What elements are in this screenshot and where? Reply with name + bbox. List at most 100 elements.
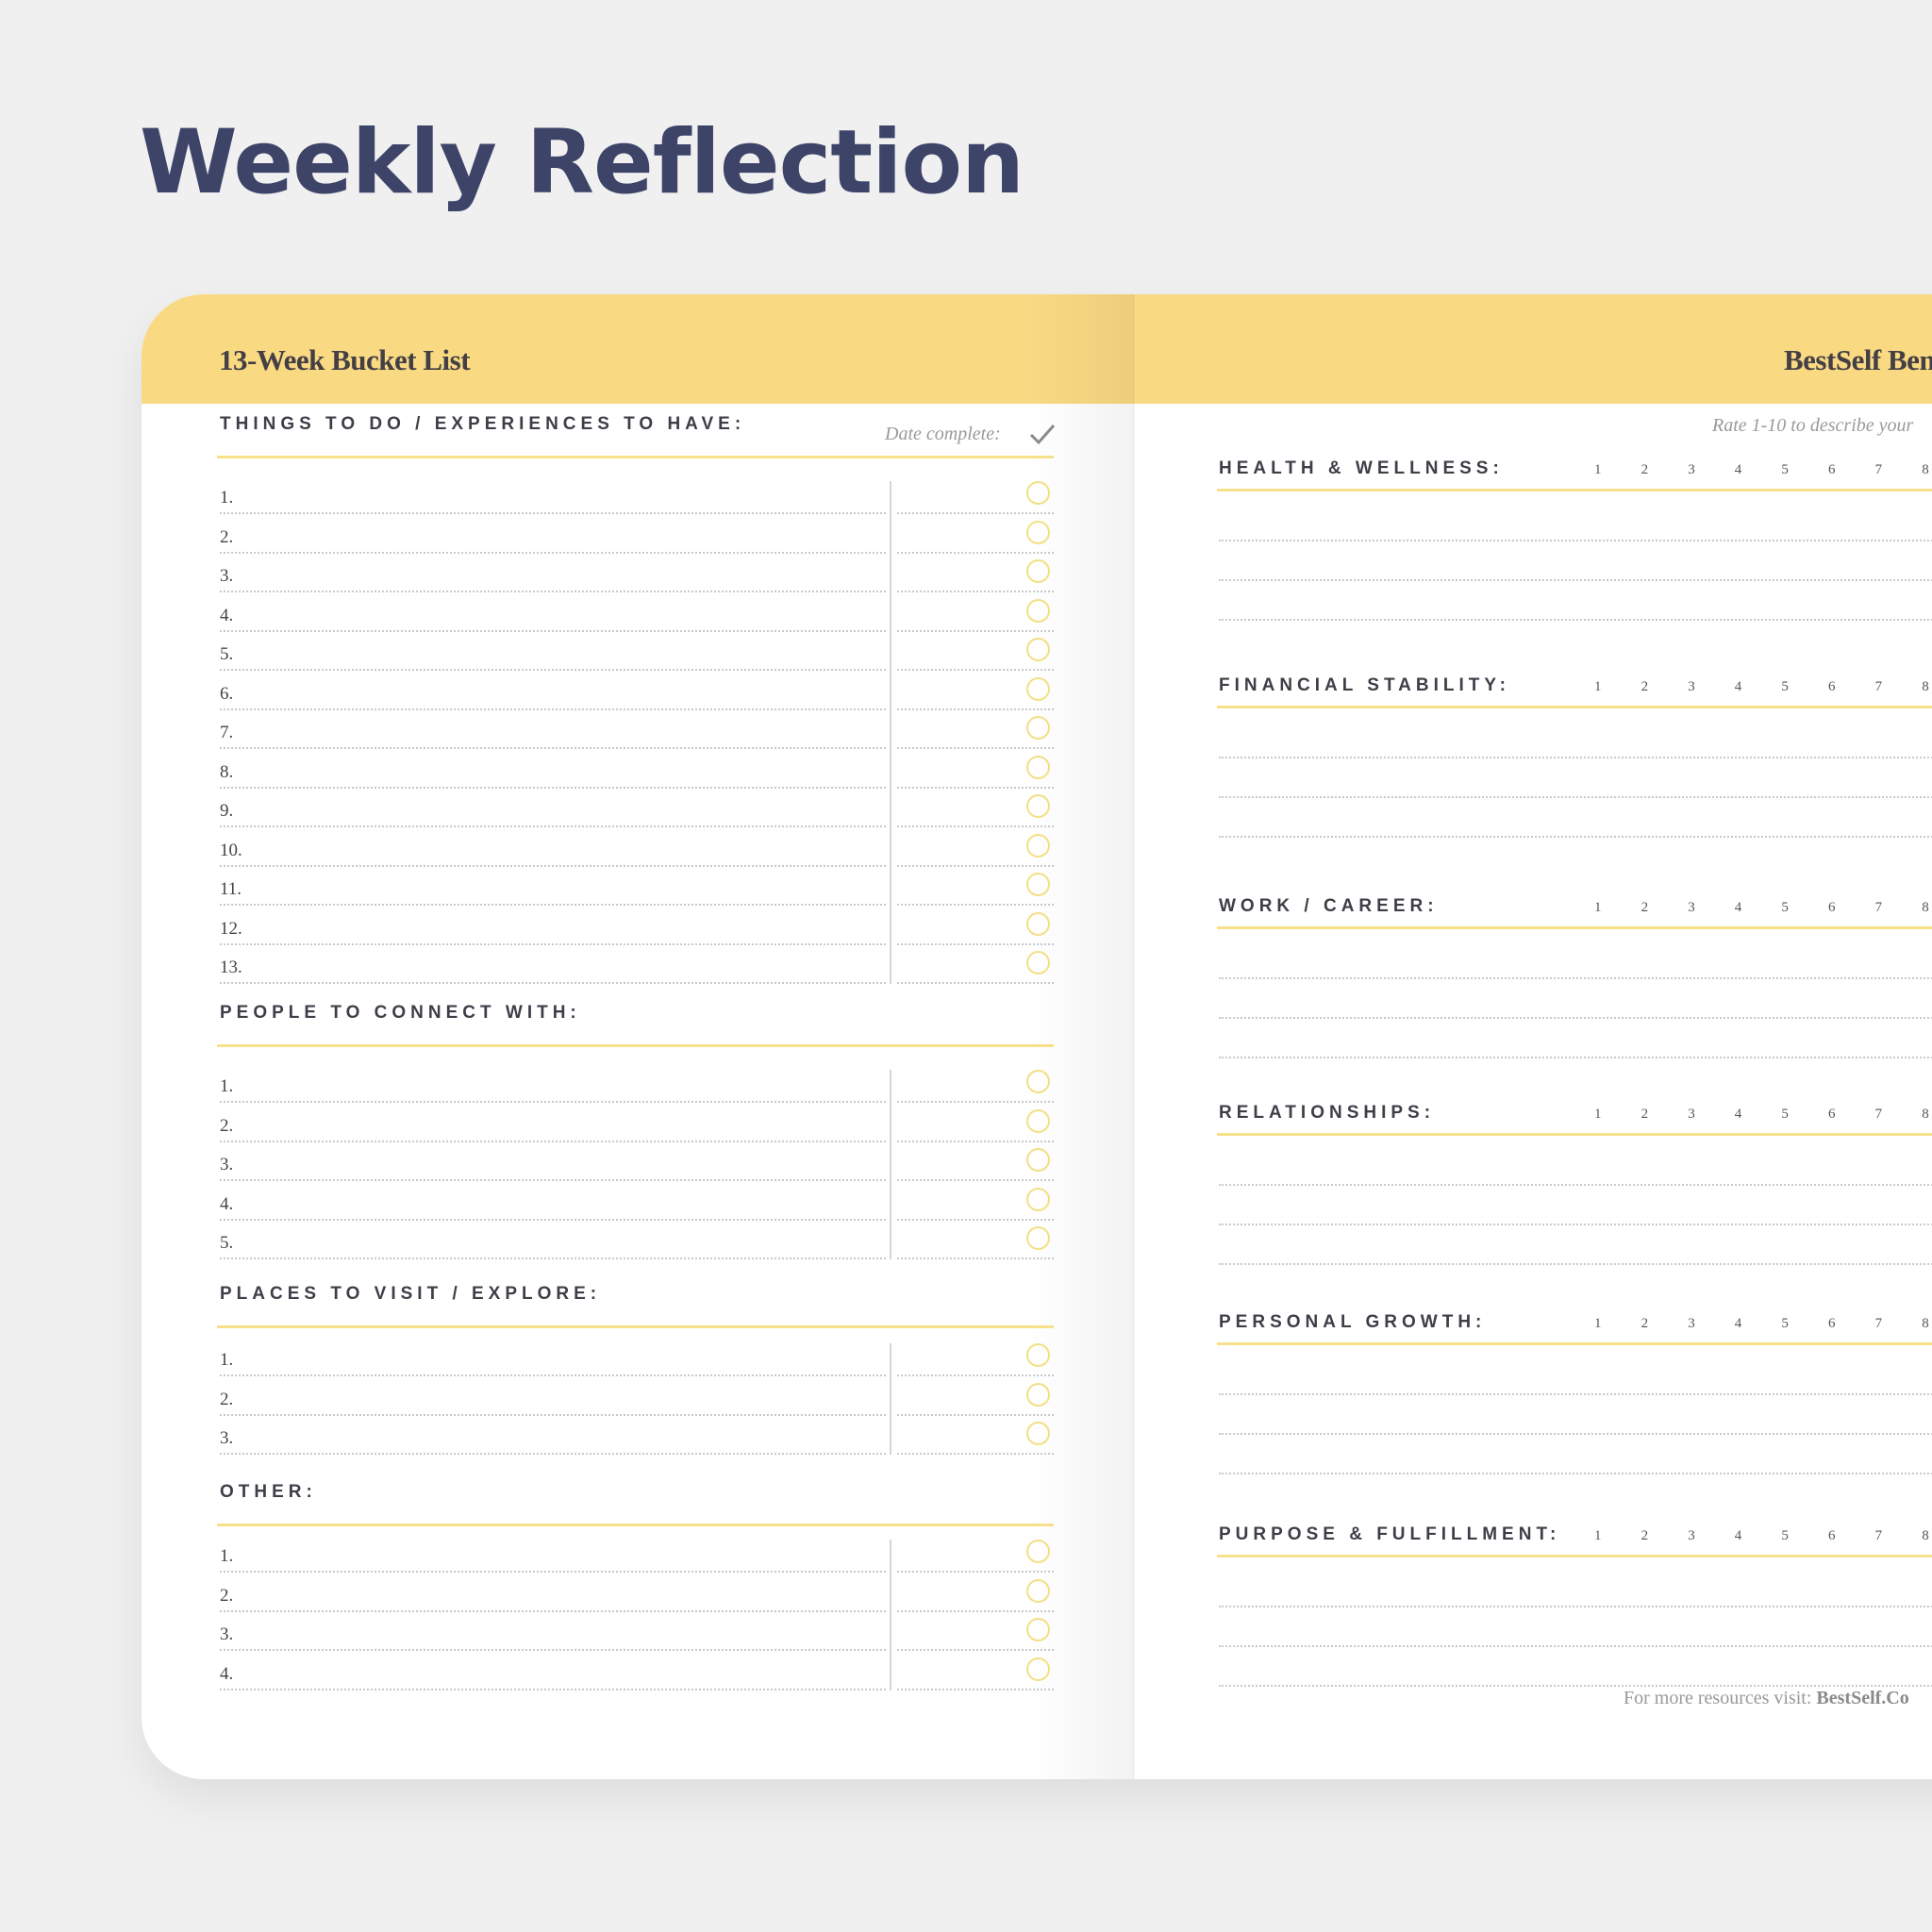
date-line[interactable] bbox=[897, 904, 1054, 906]
date-line[interactable] bbox=[897, 1571, 1054, 1573]
rating-option[interactable]: 4 bbox=[1735, 679, 1742, 695]
date-line[interactable] bbox=[897, 1179, 1054, 1181]
reflection-line[interactable] bbox=[1219, 579, 1932, 581]
completion-checkbox[interactable] bbox=[1026, 1108, 1050, 1133]
rating-option[interactable]: 1 bbox=[1594, 1528, 1602, 1544]
rating-option[interactable]: 6 bbox=[1828, 679, 1836, 695]
completion-checkbox[interactable] bbox=[1026, 1618, 1050, 1641]
rating-option[interactable]: 6 bbox=[1828, 1528, 1836, 1544]
date-line[interactable] bbox=[897, 1374, 1054, 1376]
rating-option[interactable]: 7 bbox=[1875, 900, 1883, 916]
rating-option[interactable]: 4 bbox=[1735, 1316, 1742, 1332]
rating-option[interactable]: 4 bbox=[1735, 900, 1742, 916]
completion-checkbox[interactable] bbox=[1026, 638, 1050, 661]
reflection-line[interactable] bbox=[1219, 977, 1932, 979]
reflection-line[interactable] bbox=[1219, 1473, 1932, 1474]
completion-checkbox[interactable] bbox=[1026, 1578, 1050, 1603]
item-line[interactable] bbox=[220, 1413, 886, 1416]
completion-checkbox[interactable] bbox=[1026, 911, 1050, 936]
reflection-line[interactable] bbox=[1219, 1057, 1932, 1058]
reflection-line[interactable] bbox=[1219, 1393, 1932, 1395]
completion-checkbox[interactable] bbox=[1026, 1422, 1050, 1445]
date-line[interactable] bbox=[897, 825, 1054, 827]
reflection-line[interactable] bbox=[1219, 1433, 1932, 1435]
item-line[interactable] bbox=[220, 786, 886, 789]
date-line[interactable] bbox=[897, 1649, 1054, 1651]
rating-option[interactable]: 6 bbox=[1828, 1107, 1836, 1123]
rating-option[interactable]: 3 bbox=[1688, 1316, 1695, 1332]
rating-option[interactable]: 7 bbox=[1875, 1107, 1883, 1123]
item-line[interactable] bbox=[220, 747, 886, 749]
completion-checkbox[interactable] bbox=[1026, 1070, 1050, 1093]
rating-option[interactable]: 3 bbox=[1688, 679, 1695, 695]
reflection-line[interactable] bbox=[1219, 1263, 1932, 1265]
rating-option[interactable]: 6 bbox=[1828, 1316, 1836, 1332]
rating-option[interactable]: 8 bbox=[1922, 1316, 1929, 1332]
completion-checkbox[interactable] bbox=[1026, 598, 1050, 623]
date-line[interactable] bbox=[897, 591, 1054, 592]
rating-option[interactable]: 7 bbox=[1875, 462, 1883, 478]
rating-option[interactable]: 8 bbox=[1922, 679, 1929, 695]
reflection-line[interactable] bbox=[1219, 1685, 1932, 1687]
date-line[interactable] bbox=[897, 551, 1054, 554]
item-line[interactable] bbox=[220, 1609, 886, 1612]
rating-option[interactable]: 2 bbox=[1641, 1528, 1649, 1544]
rating-option[interactable]: 8 bbox=[1922, 462, 1929, 478]
item-line[interactable] bbox=[220, 1688, 886, 1690]
rating-option[interactable]: 5 bbox=[1781, 462, 1789, 478]
date-line[interactable] bbox=[897, 708, 1054, 710]
rating-option[interactable]: 1 bbox=[1594, 462, 1602, 478]
rating-option[interactable]: 8 bbox=[1922, 1107, 1929, 1123]
completion-checkbox[interactable] bbox=[1026, 1343, 1050, 1367]
date-line[interactable] bbox=[897, 864, 1054, 867]
item-line[interactable] bbox=[220, 1374, 886, 1376]
date-line[interactable] bbox=[897, 1688, 1054, 1690]
completion-checkbox[interactable] bbox=[1026, 481, 1050, 505]
completion-checkbox[interactable] bbox=[1026, 873, 1050, 896]
rating-option[interactable]: 2 bbox=[1641, 1316, 1649, 1332]
reflection-line[interactable] bbox=[1219, 836, 1932, 838]
date-line[interactable] bbox=[897, 747, 1054, 749]
date-line[interactable] bbox=[897, 1218, 1054, 1221]
item-line[interactable] bbox=[220, 591, 886, 592]
date-line[interactable] bbox=[897, 629, 1054, 632]
item-line[interactable] bbox=[220, 1649, 886, 1651]
item-line[interactable] bbox=[220, 864, 886, 867]
rating-option[interactable]: 3 bbox=[1688, 900, 1695, 916]
completion-checkbox[interactable] bbox=[1026, 716, 1050, 740]
rating-option[interactable]: 6 bbox=[1828, 900, 1836, 916]
rating-option[interactable]: 5 bbox=[1781, 1107, 1789, 1123]
completion-checkbox[interactable] bbox=[1026, 1540, 1050, 1563]
rating-option[interactable]: 7 bbox=[1875, 679, 1883, 695]
item-line[interactable] bbox=[220, 942, 886, 945]
rating-option[interactable]: 7 bbox=[1875, 1528, 1883, 1544]
reflection-line[interactable] bbox=[1219, 619, 1932, 621]
date-line[interactable] bbox=[897, 1140, 1054, 1142]
reflection-line[interactable] bbox=[1219, 1224, 1932, 1225]
reflection-line[interactable] bbox=[1219, 1606, 1932, 1607]
rating-option[interactable]: 8 bbox=[1922, 1528, 1929, 1544]
date-line[interactable] bbox=[897, 786, 1054, 789]
reflection-line[interactable] bbox=[1219, 540, 1932, 541]
rating-option[interactable]: 3 bbox=[1688, 462, 1695, 478]
item-line[interactable] bbox=[220, 982, 886, 984]
completion-checkbox[interactable] bbox=[1026, 676, 1050, 701]
item-line[interactable] bbox=[220, 708, 886, 710]
completion-checkbox[interactable] bbox=[1026, 1187, 1050, 1211]
item-line[interactable] bbox=[220, 1179, 886, 1181]
reflection-line[interactable] bbox=[1219, 1184, 1932, 1186]
date-line[interactable] bbox=[897, 1453, 1054, 1455]
reflection-line[interactable] bbox=[1219, 796, 1932, 798]
completion-checkbox[interactable] bbox=[1026, 833, 1050, 858]
rating-option[interactable]: 2 bbox=[1641, 679, 1649, 695]
item-line[interactable] bbox=[220, 512, 886, 514]
rating-option[interactable]: 1 bbox=[1594, 1107, 1602, 1123]
rating-option[interactable]: 1 bbox=[1594, 1316, 1602, 1332]
item-line[interactable] bbox=[220, 551, 886, 554]
completion-checkbox[interactable] bbox=[1026, 794, 1050, 818]
item-line[interactable] bbox=[220, 1140, 886, 1142]
rating-option[interactable]: 2 bbox=[1641, 462, 1649, 478]
item-line[interactable] bbox=[220, 629, 886, 632]
reflection-line[interactable] bbox=[1219, 757, 1932, 758]
rating-option[interactable]: 3 bbox=[1688, 1528, 1695, 1544]
